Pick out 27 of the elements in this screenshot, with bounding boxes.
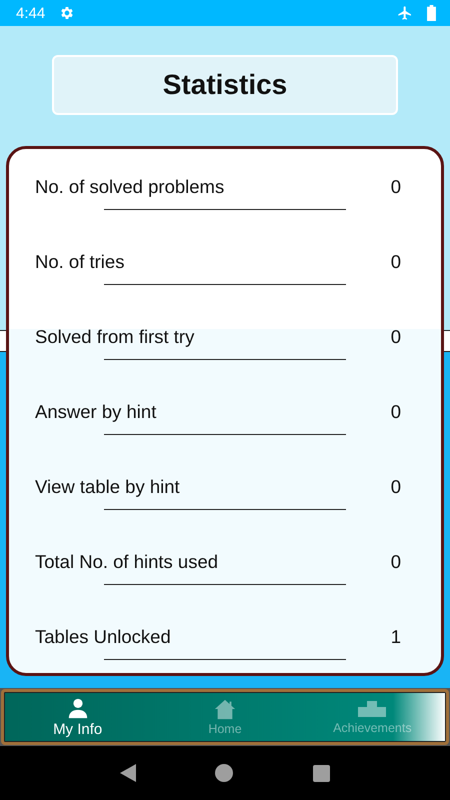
nav-tab[interactable]: Home [151, 692, 299, 742]
stat-value: 0 [390, 476, 401, 498]
recents-icon[interactable] [313, 764, 330, 782]
stat-label: Answer by hint [35, 401, 158, 423]
clock: 4:44 [16, 4, 46, 22]
podium-icon [358, 699, 386, 719]
stat-value: 1 [390, 626, 401, 648]
stat-value: 0 [390, 326, 401, 348]
stat-label: No. of solved problems [35, 176, 226, 198]
home-icon[interactable] [215, 764, 234, 782]
stat-label: Total No. of hints used [35, 551, 220, 573]
stat-label: View table by hint [35, 476, 181, 498]
stat-value: 0 [390, 401, 401, 423]
nav-tab[interactable]: My Info [4, 692, 152, 742]
settings-icon [59, 5, 76, 21]
stat-label: Solved from first try [35, 326, 196, 348]
page-title: Statistics [52, 55, 398, 115]
stat-value: 0 [390, 251, 401, 273]
stat-value: 0 [390, 176, 401, 198]
stat-label: No. of tries [35, 251, 126, 273]
person-icon [66, 696, 89, 718]
stat-value: 0 [390, 551, 401, 573]
battery-icon [427, 5, 436, 21]
back-icon[interactable] [120, 764, 136, 782]
airplane-icon [397, 5, 413, 21]
stat-label: Tables Unlocked [35, 626, 172, 648]
house-icon [214, 698, 236, 720]
